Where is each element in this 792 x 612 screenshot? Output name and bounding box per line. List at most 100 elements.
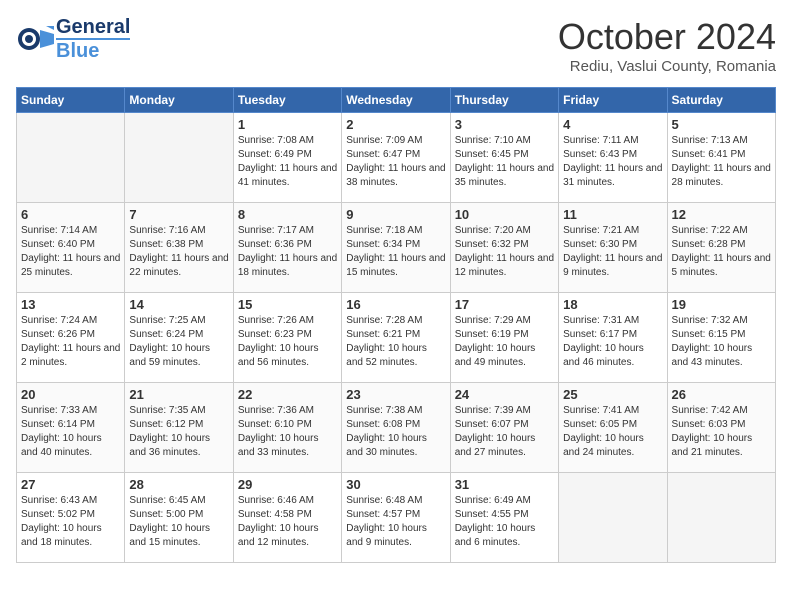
calendar-cell: 24 Sunrise: 7:39 AM Sunset: 6:07 PM Dayli… [450,383,558,473]
calendar-cell: 12 Sunrise: 7:22 AM Sunset: 6:28 PM Dayli… [667,203,775,293]
calendar-cell [17,113,125,203]
calendar-cell: 20 Sunrise: 7:33 AM Sunset: 6:14 PM Dayli… [17,383,125,473]
calendar-cell: 10Sunrise: 7:20 AM Sunset: 6:32 PM Dayli… [450,203,558,293]
day-number: 3 [455,117,554,132]
calendar-cell: 27 Sunrise: 6:43 AM Sunset: 5:02 PM Dayli… [17,473,125,563]
calendar-cell: 3Sunrise: 7:10 AM Sunset: 6:45 PM Daylig… [450,113,558,203]
day-number: 1 [238,117,337,132]
day-number: 18 [563,297,662,312]
weekday-header-thursday: Thursday [450,88,558,113]
day-info: Sunrise: 7:28 AM Sunset: 6:21 PM Dayligh… [346,314,445,370]
weekday-header-tuesday: Tuesday [233,88,341,113]
day-info: Sunrise: 7:17 AM Sunset: 6:36 PM Dayligh… [238,224,337,280]
day-info: Sunrise: 7:25 AM Sunset: 6:24 PM Dayligh… [129,314,228,370]
day-info: Sunrise: 7:16 AM Sunset: 6:38 PM Dayligh… [129,224,228,280]
day-number: 11 [563,207,662,222]
day-info: Sunrise: 7:36 AM Sunset: 6:10 PM Dayligh… [238,404,337,460]
weekday-header-saturday: Saturday [667,88,775,113]
calendar-table: SundayMondayTuesdayWednesdayThursdayFrid… [16,87,776,563]
day-number: 12 [672,207,771,222]
calendar-cell: 15 Sunrise: 7:26 AM Sunset: 6:23 PM Dayli… [233,293,341,383]
calendar-cell: 11Sunrise: 7:21 AM Sunset: 6:30 PM Dayli… [559,203,667,293]
calendar-cell: 23Sunrise: 7:38 AM Sunset: 6:08 PM Dayli… [342,383,450,473]
calendar-cell [559,473,667,563]
day-info: Sunrise: 7:13 AM Sunset: 6:41 PM Dayligh… [672,134,771,190]
day-info: Sunrise: 7:35 AM Sunset: 6:12 PM Dayligh… [129,404,228,460]
day-info: Sunrise: 7:29 AM Sunset: 6:19 PM Dayligh… [455,314,554,370]
day-number: 5 [672,117,771,132]
month-title: October 2024 [558,16,776,58]
day-number: 30 [346,477,445,492]
location-subtitle: Rediu, Vaslui County, Romania [558,58,776,75]
day-info: Sunrise: 7:41 AM Sunset: 6:05 PM Dayligh… [563,404,662,460]
day-info: Sunrise: 7:26 AM Sunset: 6:23 PM Dayligh… [238,314,337,370]
calendar-cell: 14 Sunrise: 7:25 AM Sunset: 6:24 PM Dayli… [125,293,233,383]
calendar-cell: 18 Sunrise: 7:31 AM Sunset: 6:17 PM Dayli… [559,293,667,383]
day-info: Sunrise: 7:14 AM Sunset: 6:40 PM Dayligh… [21,224,120,280]
calendar-week-2: 6 Sunrise: 7:14 AM Sunset: 6:40 PM Daylig… [17,203,776,293]
logo-icon [16,20,54,58]
day-info: Sunrise: 7:32 AM Sunset: 6:15 PM Dayligh… [672,314,771,370]
calendar-week-5: 27 Sunrise: 6:43 AM Sunset: 5:02 PM Dayli… [17,473,776,563]
day-number: 7 [129,207,228,222]
day-info: Sunrise: 6:46 AM Sunset: 4:58 PM Dayligh… [238,494,337,550]
weekday-header-friday: Friday [559,88,667,113]
calendar-cell: 19Sunrise: 7:32 AM Sunset: 6:15 PM Dayli… [667,293,775,383]
day-number: 29 [238,477,337,492]
weekday-header-monday: Monday [125,88,233,113]
calendar-cell: 9 Sunrise: 7:18 AM Sunset: 6:34 PM Daylig… [342,203,450,293]
calendar-cell: 31 Sunrise: 6:49 AM Sunset: 4:55 PM Dayli… [450,473,558,563]
day-info: Sunrise: 7:18 AM Sunset: 6:34 PM Dayligh… [346,224,445,280]
day-info: Sunrise: 7:42 AM Sunset: 6:03 PM Dayligh… [672,404,771,460]
day-number: 20 [21,387,120,402]
day-info: Sunrise: 7:33 AM Sunset: 6:14 PM Dayligh… [21,404,120,460]
day-info: Sunrise: 7:39 AM Sunset: 6:07 PM Dayligh… [455,404,554,460]
weekday-header-row: SundayMondayTuesdayWednesdayThursdayFrid… [17,88,776,113]
day-number: 2 [346,117,445,132]
day-number: 25 [563,387,662,402]
day-number: 17 [455,297,554,312]
day-info: Sunrise: 6:43 AM Sunset: 5:02 PM Dayligh… [21,494,120,550]
day-info: Sunrise: 7:31 AM Sunset: 6:17 PM Dayligh… [563,314,662,370]
calendar-cell: 4Sunrise: 7:11 AM Sunset: 6:43 PM Daylig… [559,113,667,203]
day-info: Sunrise: 7:38 AM Sunset: 6:08 PM Dayligh… [346,404,445,460]
calendar-cell: 25 Sunrise: 7:41 AM Sunset: 6:05 PM Dayli… [559,383,667,473]
calendar-cell [667,473,775,563]
logo: General Blue [16,16,130,62]
day-number: 15 [238,297,337,312]
calendar-cell: 16 Sunrise: 7:28 AM Sunset: 6:21 PM Dayli… [342,293,450,383]
day-info: Sunrise: 7:09 AM Sunset: 6:47 PM Dayligh… [346,134,445,190]
calendar-cell: 21Sunrise: 7:35 AM Sunset: 6:12 PM Dayli… [125,383,233,473]
weekday-header-sunday: Sunday [17,88,125,113]
page-header: General Blue October 2024 Rediu, Vaslui … [16,16,776,75]
day-number: 22 [238,387,337,402]
day-number: 8 [238,207,337,222]
calendar-cell: 22 Sunrise: 7:36 AM Sunset: 6:10 PM Dayli… [233,383,341,473]
day-number: 9 [346,207,445,222]
calendar-week-4: 20 Sunrise: 7:33 AM Sunset: 6:14 PM Dayli… [17,383,776,473]
calendar-cell [125,113,233,203]
calendar-cell: 7 Sunrise: 7:16 AM Sunset: 6:38 PM Daylig… [125,203,233,293]
day-info: Sunrise: 6:49 AM Sunset: 4:55 PM Dayligh… [455,494,554,550]
calendar-cell: 6 Sunrise: 7:14 AM Sunset: 6:40 PM Daylig… [17,203,125,293]
day-info: Sunrise: 7:11 AM Sunset: 6:43 PM Dayligh… [563,134,662,190]
day-info: Sunrise: 7:22 AM Sunset: 6:28 PM Dayligh… [672,224,771,280]
calendar-cell: 17 Sunrise: 7:29 AM Sunset: 6:19 PM Dayli… [450,293,558,383]
day-number: 14 [129,297,228,312]
day-number: 24 [455,387,554,402]
day-number: 31 [455,477,554,492]
day-info: Sunrise: 6:48 AM Sunset: 4:57 PM Dayligh… [346,494,445,550]
day-number: 28 [129,477,228,492]
calendar-week-1: 1 Sunrise: 7:08 AM Sunset: 6:49 PM Daylig… [17,113,776,203]
day-number: 27 [21,477,120,492]
day-info: Sunrise: 7:24 AM Sunset: 6:26 PM Dayligh… [21,314,120,370]
calendar-cell: 30 Sunrise: 6:48 AM Sunset: 4:57 PM Dayli… [342,473,450,563]
day-number: 16 [346,297,445,312]
calendar-cell: 13Sunrise: 7:24 AM Sunset: 6:26 PM Dayli… [17,293,125,383]
weekday-header-wednesday: Wednesday [342,88,450,113]
calendar-cell: 28Sunrise: 6:45 AM Sunset: 5:00 PM Dayli… [125,473,233,563]
day-info: Sunrise: 7:08 AM Sunset: 6:49 PM Dayligh… [238,134,337,190]
calendar-cell: 5 Sunrise: 7:13 AM Sunset: 6:41 PM Daylig… [667,113,775,203]
calendar-week-3: 13Sunrise: 7:24 AM Sunset: 6:26 PM Dayli… [17,293,776,383]
day-number: 6 [21,207,120,222]
